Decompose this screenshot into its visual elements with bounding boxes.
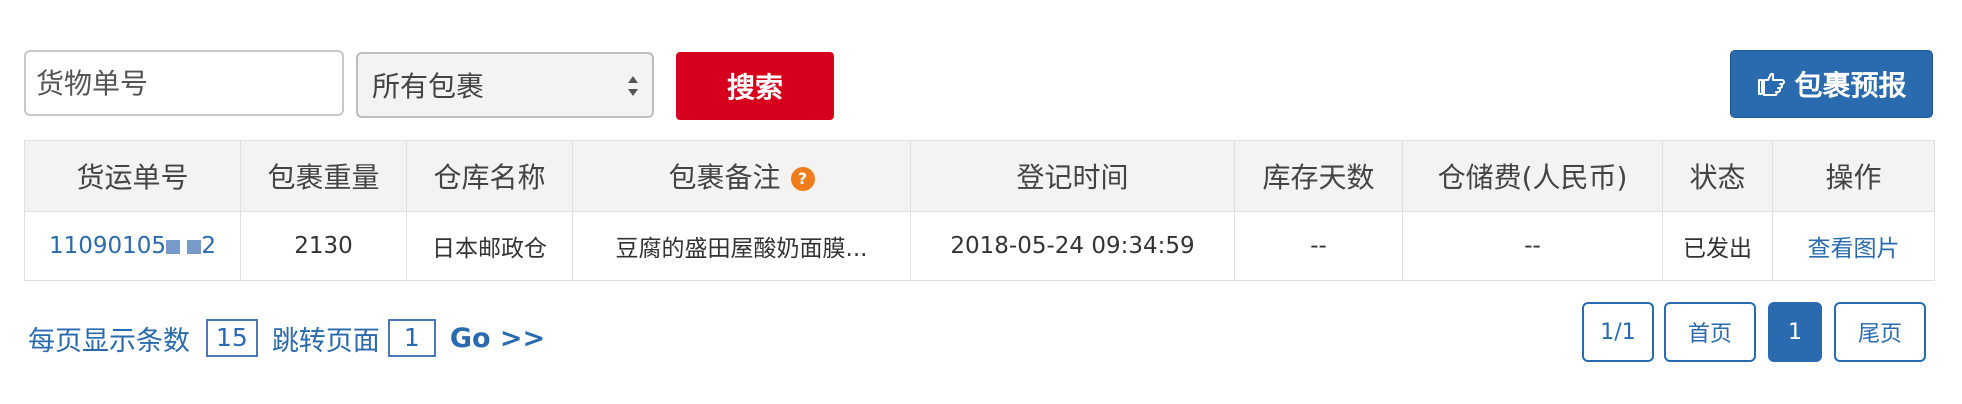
go-button[interactable]: Go >> bbox=[450, 323, 545, 354]
header-fee: 仓储费(人民币) bbox=[1402, 140, 1663, 212]
header-weight: 包裹重量 bbox=[240, 140, 407, 212]
table-header-row: 货运单号 包裹重量 仓库名称 包裹备注? 登记时间 库存天数 仓储费(人民币) … bbox=[24, 140, 1935, 212]
fee-cell: -- bbox=[1402, 211, 1663, 281]
tracking-number-suffix: 2 bbox=[201, 233, 217, 259]
header-note-label: 包裹备注 bbox=[668, 161, 781, 194]
package-report-button[interactable]: 包裹预报 bbox=[1730, 50, 1933, 118]
header-tracking-number: 货运单号 bbox=[24, 140, 241, 212]
header-warehouse: 仓库名称 bbox=[406, 140, 573, 212]
jump-page-input[interactable]: 1 bbox=[387, 319, 436, 357]
per-page-label: 每页显示条数 bbox=[28, 325, 190, 357]
warehouse-cell: 日本邮政仓 bbox=[406, 211, 573, 281]
search-button[interactable]: 搜索 bbox=[676, 52, 834, 120]
weight-cell: 2130 bbox=[240, 211, 407, 281]
view-image-link[interactable]: 查看图片 bbox=[1808, 236, 1900, 262]
header-status: 状态 bbox=[1662, 140, 1773, 212]
redaction-mark bbox=[166, 239, 181, 254]
note-cell: 豆腐的盛田屋酸奶面膜... bbox=[572, 211, 911, 281]
first-page-button[interactable]: 首页 bbox=[1664, 302, 1756, 362]
days-cell: -- bbox=[1234, 211, 1403, 281]
header-action: 操作 bbox=[1772, 140, 1935, 212]
current-page-button[interactable]: 1 bbox=[1768, 302, 1822, 362]
tracking-number-cell[interactable]: 11090105 2 bbox=[24, 211, 241, 281]
time-cell: 2018-05-24 09:34:59 bbox=[910, 211, 1235, 281]
cargo-number-input[interactable] bbox=[24, 50, 344, 116]
package-filter-select[interactable]: 所有包裹 bbox=[356, 52, 654, 118]
per-page-input[interactable]: 15 bbox=[206, 319, 258, 357]
package-table: 货运单号 包裹重量 仓库名称 包裹备注? 登记时间 库存天数 仓储费(人民币) … bbox=[24, 140, 1935, 281]
chevron-updown-icon bbox=[628, 76, 638, 96]
action-cell: 查看图片 bbox=[1772, 211, 1935, 281]
package-filter-value: 所有包裹 bbox=[372, 70, 485, 103]
header-days: 库存天数 bbox=[1234, 140, 1403, 212]
redaction-mark bbox=[187, 239, 202, 254]
package-report-label: 包裹预报 bbox=[1794, 69, 1907, 102]
tracking-number-prefix: 11090105 bbox=[48, 233, 167, 259]
jump-page-label: 跳转页面 bbox=[271, 325, 380, 357]
pagination-controls: 每页显示条数 15 跳转页面 1 Go >> bbox=[28, 318, 545, 358]
header-note: 包裹备注? bbox=[572, 140, 911, 212]
tracking-number-link[interactable]: 11090105 2 bbox=[49, 233, 216, 259]
last-page-button[interactable]: 尾页 bbox=[1834, 302, 1926, 362]
question-icon[interactable]: ? bbox=[790, 167, 815, 191]
status-cell: 已发出 bbox=[1662, 211, 1773, 281]
page-info: 1/1 bbox=[1582, 302, 1654, 362]
header-time: 登记时间 bbox=[910, 140, 1235, 212]
hand-pointing-icon bbox=[1758, 73, 1786, 96]
table-row: 11090105 2 2130 日本邮政仓 豆腐的盛田屋酸奶面膜... 2018… bbox=[24, 211, 1935, 281]
